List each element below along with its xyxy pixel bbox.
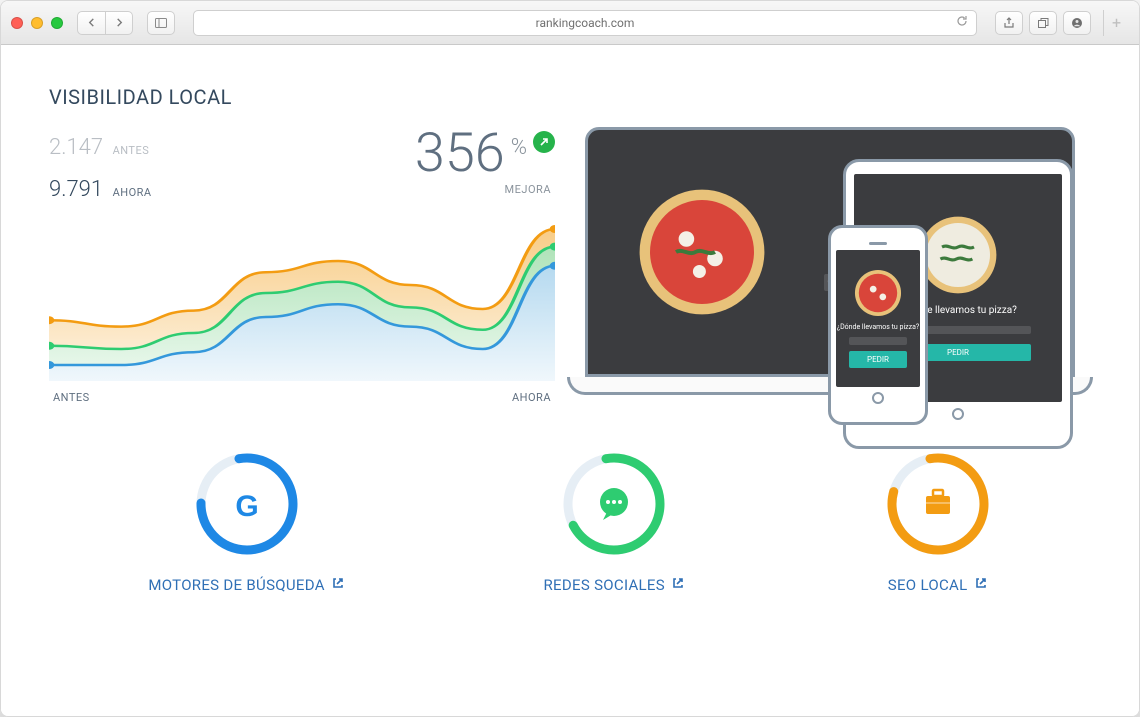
close-window-button[interactable] (11, 17, 23, 29)
browser-chrome: rankingcoach.com + (1, 1, 1139, 45)
account-button[interactable] (1063, 11, 1091, 35)
stats-numbers: 2.147 ANTES 9.791 AHORA 356 % (49, 127, 555, 211)
forward-button[interactable] (105, 11, 133, 35)
tile-briefcase[interactable]: SEO LOCAL (884, 450, 992, 594)
sidebar-toggle-button[interactable] (147, 11, 175, 35)
chart-right-label: AHORA (512, 391, 551, 404)
before-label: ANTES (113, 144, 150, 157)
improvement-value: 356 (415, 127, 505, 181)
now-label: AHORA (113, 186, 152, 199)
progress-ring (560, 450, 668, 558)
nav-arrows (77, 11, 133, 35)
back-button[interactable] (77, 11, 105, 35)
progress-ring: G (193, 450, 301, 558)
share-icon (1003, 17, 1015, 29)
before-now-values: 2.147 ANTES 9.791 AHORA (49, 127, 152, 211)
tile-google[interactable]: G MOTORES DE BÚSQUEDA (148, 450, 345, 594)
minimize-window-button[interactable] (31, 17, 43, 29)
tile-label: REDES SOCIALES (544, 576, 685, 594)
reload-button[interactable] (956, 15, 968, 30)
improvement-label: MEJORA (505, 183, 551, 196)
tabs-icon (1037, 17, 1049, 29)
chevron-right-icon (115, 18, 124, 27)
new-tab-button[interactable]: + (1103, 10, 1129, 36)
pizza-illustration (637, 187, 767, 317)
svg-text:G: G (235, 490, 258, 523)
address-text: rankingcoach.com (536, 16, 635, 30)
external-link-icon (671, 576, 685, 594)
tabs-button[interactable] (1029, 11, 1057, 35)
tile-chat[interactable]: REDES SOCIALES (544, 450, 685, 594)
external-link-icon (974, 576, 988, 594)
improvement-value-row: 356 % (415, 127, 555, 181)
improvement-block: 356 % MEJORA (415, 127, 555, 196)
postal-input-mock (849, 337, 908, 345)
phone-mock: ¿Dónde llevamos tu pizza? PEDIR (828, 225, 928, 425)
top-row: 2.147 ANTES 9.791 AHORA 356 % (49, 127, 1091, 404)
browser-window: rankingcoach.com + VISIBILIDAD LOCAL (0, 0, 1140, 717)
share-button[interactable] (995, 11, 1023, 35)
page-title: VISIBILIDAD LOCAL (49, 85, 1091, 109)
person-icon (1070, 17, 1084, 29)
pizza-illustration (918, 215, 998, 295)
tile-label: SEO LOCAL (888, 576, 988, 594)
tiles-row: G MOTORES DE BÚSQUEDA REDES SOCIALES (49, 450, 1091, 594)
progress-ring (884, 450, 992, 558)
chevron-left-icon (87, 18, 96, 27)
improvement-pct: % (511, 137, 527, 159)
panel-icon (155, 18, 167, 28)
address-bar[interactable]: rankingcoach.com (193, 10, 977, 36)
visibility-chart (49, 221, 555, 381)
reload-icon (956, 15, 968, 27)
pizza-illustration (854, 269, 902, 317)
device-question: ¿Dónde llevamos tu pizza? (837, 323, 919, 331)
devices-mock: PIZZA NAPOLI ¿Dónde llevamos tu pizza? C… (585, 127, 1091, 404)
tile-label: MOTORES DE BÚSQUEDA (148, 576, 345, 594)
right-toolbar (995, 11, 1091, 35)
now-value: 9.791 (49, 177, 103, 202)
fullscreen-window-button[interactable] (51, 17, 63, 29)
trend-up-icon (533, 131, 555, 153)
cta-mock: PEDIR (849, 351, 908, 368)
page-content: VISIBILIDAD LOCAL 2.147 ANTES 9.791 AHOR… (1, 45, 1139, 716)
before-value: 2.147 (49, 135, 103, 160)
traffic-lights (11, 17, 63, 29)
stats-panel: 2.147 ANTES 9.791 AHORA 356 % (49, 127, 555, 404)
chart-left-label: ANTES (53, 391, 90, 404)
external-link-icon (331, 576, 345, 594)
chart-axis-labels: ANTES AHORA (49, 391, 555, 404)
